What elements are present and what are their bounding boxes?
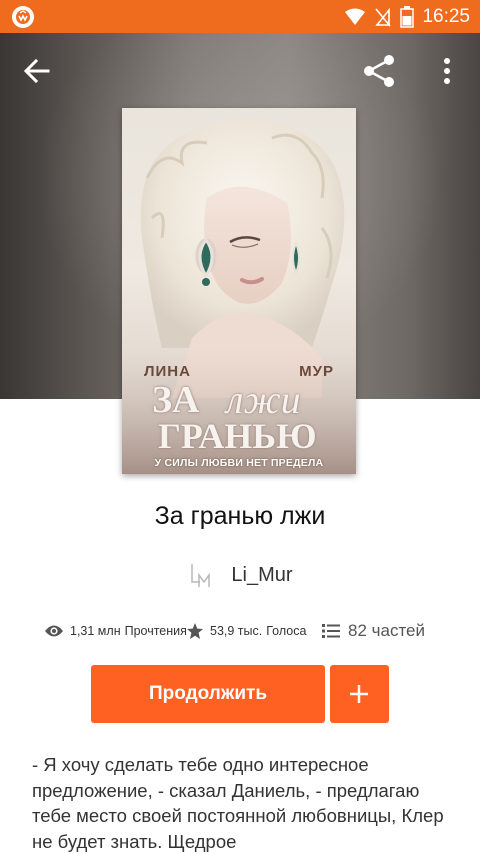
back-button[interactable] [22,57,54,85]
wattpad-app-icon [12,6,34,28]
story-description: - Я хочу сделать тебе одно интересное пр… [32,754,444,852]
status-time: 16:25 [422,5,470,27]
votes-label: Голоса [266,624,307,638]
cover-title-bottom: ГРАНЬЮ [158,416,317,456]
list-icon [322,624,340,638]
continue-reading-button[interactable]: Продолжить [91,665,325,723]
arrow-left-icon [23,58,50,84]
plus-icon [350,685,368,703]
share-icon [364,55,394,87]
cover-author-last: МУР [299,363,334,380]
share-button[interactable] [360,52,398,90]
stat-parts[interactable]: 82 частей [322,618,425,644]
wifi-icon [345,8,366,25]
author-name[interactable]: Li_Mur [231,564,292,587]
votes-value: 53,9 тыс. [210,624,263,638]
status-icons: 16:25 [344,0,470,33]
more-vertical-icon [444,58,450,84]
more-options-button[interactable] [436,56,458,86]
status-bar: 16:25 [0,0,480,33]
story-title: За гранью лжи [154,502,326,530]
eye-icon [45,625,63,637]
reads-value: 1,31 млн [70,624,121,638]
star-icon [187,623,203,639]
add-to-library-button[interactable] [330,665,389,723]
cover-tagline: У СИЛЫ ЛЮБВИ НЕТ ПРЕДЕЛА [154,457,324,469]
author-row[interactable]: Li_Mur [0,560,480,590]
no-signal-icon [375,7,392,27]
stats-row: 1,31 млн Прочтения 53,9 тыс. Голоса 82 ч… [0,618,480,644]
reads-label: Прочтения [124,624,187,638]
battery-icon [400,5,415,28]
stat-votes: 53,9 тыс. Голоса [186,618,306,644]
book-cover[interactable]: ЛИНА МУР ЗА лжи ГРАНЬЮ У СИЛЫ ЛЮБВИ НЕТ … [122,108,356,474]
parts-count: 82 частей [348,621,425,640]
stat-reads: 1,31 млн Прочтения [44,618,187,644]
author-avatar [191,564,211,587]
